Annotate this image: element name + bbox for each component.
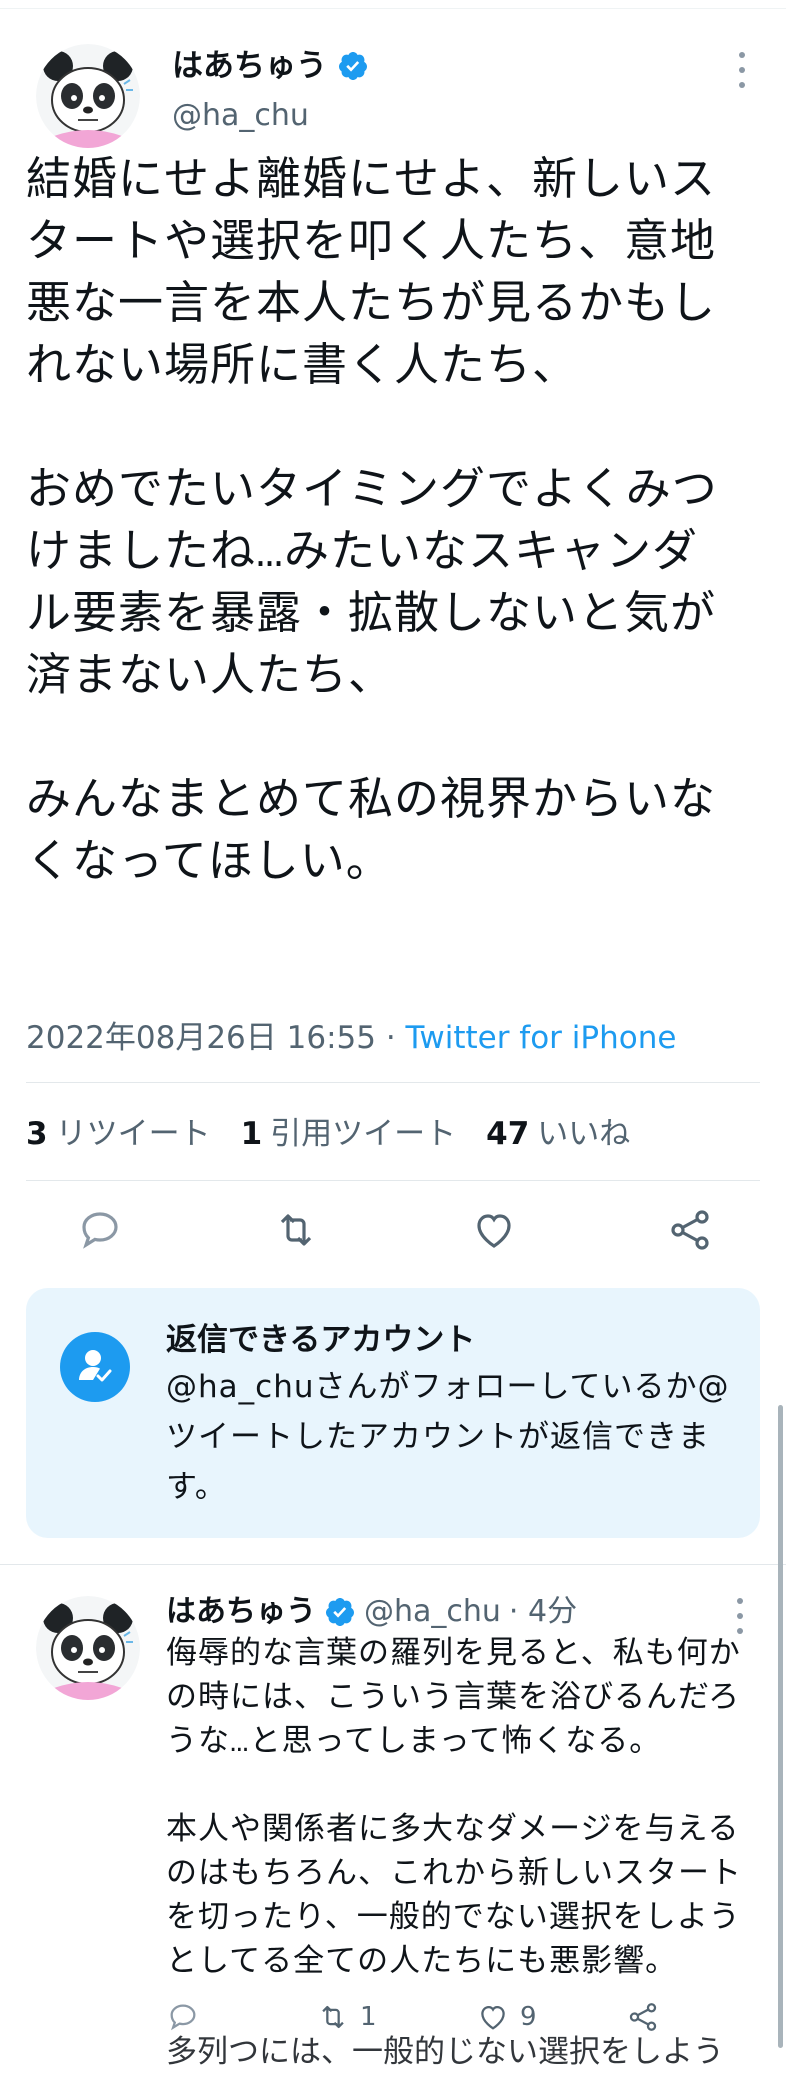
reply-restriction-card: 返信できるアカウント @ha_chuさんがフォローしているか@ツイートしたアカウ… (26, 1288, 760, 1538)
share-icon (629, 2003, 657, 2031)
reply-reply-button[interactable] (166, 2000, 200, 2034)
divider (26, 1082, 760, 1083)
more-options-icon[interactable] (732, 52, 752, 88)
reply-icon[interactable] (76, 1206, 124, 1254)
like-stat[interactable]: 47 いいね (486, 1112, 630, 1156)
panda-avatar[interactable] (36, 1596, 140, 1700)
reply-author-handle[interactable]: @ha_chu (364, 1590, 501, 1634)
tweet-timestamp[interactable]: 2022年08月26日 16:55 (26, 1020, 376, 1056)
like-count: 9 (520, 2002, 537, 2032)
like-icon[interactable] (470, 1206, 518, 1254)
author-name-row[interactable]: はあちゅう (172, 44, 369, 88)
verified-badge-icon (338, 52, 367, 80)
verified-badge-icon (325, 1598, 354, 1626)
card-description: @ha_chuさんがフォローしているか@ツイートしたアカウントが返信できます。 (166, 1369, 730, 1505)
card-title: 返信できるアカウント (166, 1322, 476, 1358)
reply-header: はあちゅう @ha_chu · 4分 (166, 1590, 577, 1634)
engagement-stats: 3 リツイート 1 引用ツイート 47 いいね (26, 1112, 630, 1156)
tweet-source-link[interactable]: Twitter for iPhone (406, 1020, 677, 1056)
divider (0, 1564, 786, 1565)
quote-tweet-stat[interactable]: 1 引用ツイート (241, 1112, 457, 1156)
top-divider (0, 8, 786, 9)
share-icon[interactable] (666, 1206, 714, 1254)
reply-author-name[interactable]: はあちゅう (166, 1590, 316, 1634)
author-handle[interactable]: @ha_chu (172, 96, 309, 136)
person-check-icon (60, 1332, 130, 1402)
like-icon (481, 2005, 505, 2030)
reply-icon (170, 2004, 196, 2031)
reply-time[interactable]: · 4分 (509, 1590, 577, 1634)
tweet-metadata: 2022年08月26日 16:55 · Twitter for iPhone (26, 1016, 676, 1060)
reply-retweet-button[interactable]: 1 (316, 2000, 377, 2034)
retweet-count: 1 (360, 2002, 377, 2032)
retweet-icon (322, 2005, 344, 2029)
panda-avatar[interactable] (36, 44, 140, 148)
tweet-action-bar (26, 1206, 760, 1262)
reply-action-bar: 1 9 (166, 2000, 766, 2048)
reply-like-button[interactable]: 9 (476, 2000, 537, 2034)
scrollbar[interactable] (778, 1405, 783, 2048)
meta-separator: · (375, 1020, 406, 1056)
reply-text: 侮辱的な言葉の羅列を見ると、私も何か の時には、こういう言葉を浴びるんだろ うな… (166, 1638, 742, 1981)
author-display-name[interactable]: はあちゅう (172, 44, 327, 88)
retweet-stat[interactable]: 3 リツイート (26, 1112, 211, 1156)
more-options-icon[interactable] (730, 1598, 750, 1634)
reply-share-button[interactable] (626, 2000, 660, 2034)
divider (26, 1180, 760, 1181)
retweet-icon[interactable] (272, 1206, 320, 1254)
tweet-text: 結婚にせよ離婚にせよ、新しいス タートや選択を叩く人たち、意地 悪な一言を本人た… (26, 157, 718, 890)
